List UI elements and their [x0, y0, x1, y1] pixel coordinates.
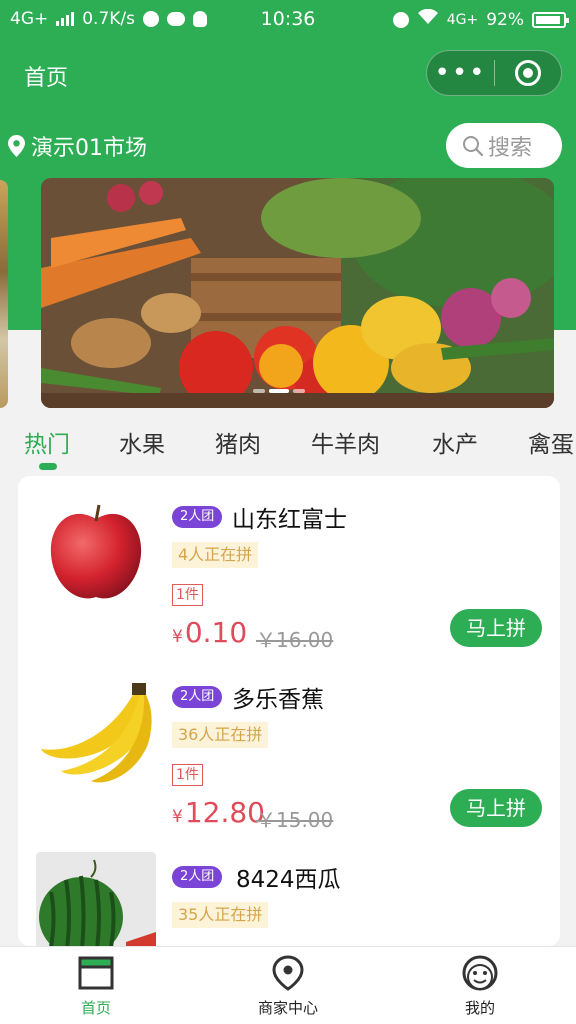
- currency-symbol: ¥: [172, 807, 183, 827]
- product-item[interactable]: 2人团 多乐香蕉 36人正在拼 1件 ¥ 12.80 ￥15.00 马上拼: [18, 656, 560, 836]
- group-badge: 2人团: [172, 506, 223, 528]
- status-bar: 4G+ 0.7K/s 10:36 4G+ 92%: [0, 0, 576, 40]
- product-name: 多乐香蕉: [232, 687, 324, 713]
- bluetooth-icon: [392, 11, 409, 28]
- tab-category[interactable]: 禽蛋: [528, 425, 574, 459]
- joining-count: 35人正在拼: [172, 902, 269, 928]
- home-icon: [78, 956, 114, 990]
- carousel-indicator: [253, 389, 305, 393]
- product-name: 山东红富士: [232, 507, 347, 533]
- product-item[interactable]: 2人团 8424西瓜 35人正在拼: [18, 836, 560, 946]
- product-list: 2人团 山东红富士 4人正在拼 1件 ¥ 0.10 ￥16.00 马上拼 2人团…: [18, 476, 560, 946]
- search-label: 搜索: [488, 135, 533, 161]
- apple-image: [50, 504, 142, 599]
- search-icon: [463, 135, 484, 156]
- battery-percent: 92%: [486, 9, 524, 30]
- price: ¥ 12.80: [172, 796, 265, 829]
- more-dots-icon[interactable]: •••: [427, 60, 494, 86]
- tab-category[interactable]: 牛羊肉: [311, 425, 380, 459]
- location-icon: [272, 955, 304, 991]
- category-tabs: 热门 水果 猪肉 牛羊肉 水产 禽蛋: [0, 425, 576, 471]
- price: ¥ 0.10: [172, 616, 247, 649]
- search-button[interactable]: 搜索: [446, 123, 562, 168]
- original-price: ￥16.00: [256, 628, 334, 652]
- product-image: [36, 496, 156, 612]
- tabbar-label: 商家中心: [257, 999, 318, 1017]
- watermelon-image: [39, 859, 156, 946]
- vegetables-banner-image: [41, 178, 554, 408]
- target-button[interactable]: [495, 60, 561, 86]
- tab-category[interactable]: 热门: [24, 425, 70, 459]
- tab-category[interactable]: 猪肉: [215, 425, 261, 459]
- bottom-tab-bar: 首页 商家中心 我的: [0, 946, 576, 1024]
- wifi-icon: [417, 8, 439, 30]
- network-label-right: 4G+: [446, 11, 479, 28]
- battery-icon: [532, 11, 569, 28]
- product-image: [36, 676, 156, 792]
- group-badge: 2人团: [172, 686, 223, 708]
- product-name: 8424西瓜: [236, 867, 341, 893]
- location-pin-icon: [8, 135, 25, 157]
- mini-program-capsule: •••: [426, 50, 562, 96]
- active-tab-indicator: [39, 463, 57, 470]
- buy-now-button[interactable]: 马上拼: [450, 789, 542, 827]
- prev-banner-peek[interactable]: [0, 180, 8, 408]
- unit-tag: 1件: [172, 764, 203, 786]
- price-value: 12.80: [184, 796, 265, 829]
- joining-count: 4人正在拼: [172, 542, 259, 568]
- tabbar-item-home[interactable]: 首页: [36, 955, 156, 1018]
- tabbar-label: 首页: [80, 999, 111, 1017]
- market-selector[interactable]: 演示01市场: [8, 130, 147, 162]
- page-title: 首页: [24, 66, 69, 91]
- currency-symbol: ¥: [172, 627, 183, 647]
- product-item[interactable]: 2人团 山东红富士 4人正在拼 1件 ¥ 0.10 ￥16.00 马上拼: [18, 476, 560, 656]
- tabbar-item-profile[interactable]: 我的: [420, 955, 540, 1018]
- buy-now-button[interactable]: 马上拼: [450, 609, 542, 647]
- price-value: 0.10: [184, 616, 248, 649]
- target-icon: [514, 60, 541, 86]
- joining-count: 36人正在拼: [172, 722, 269, 748]
- tab-category[interactable]: 水果: [119, 425, 165, 459]
- tabbar-label: 我的: [464, 999, 495, 1017]
- smiley-icon: [462, 955, 498, 991]
- banner-carousel[interactable]: [41, 178, 554, 408]
- product-image: [36, 852, 156, 946]
- tabbar-item-merchant[interactable]: 商家中心: [228, 955, 348, 1018]
- banana-image: [41, 683, 152, 783]
- unit-tag: 1件: [172, 584, 203, 606]
- group-badge: 2人团: [172, 866, 223, 888]
- tab-category[interactable]: 水产: [432, 425, 478, 459]
- market-name: 演示01市场: [31, 136, 147, 161]
- original-price: ￥15.00: [256, 808, 334, 832]
